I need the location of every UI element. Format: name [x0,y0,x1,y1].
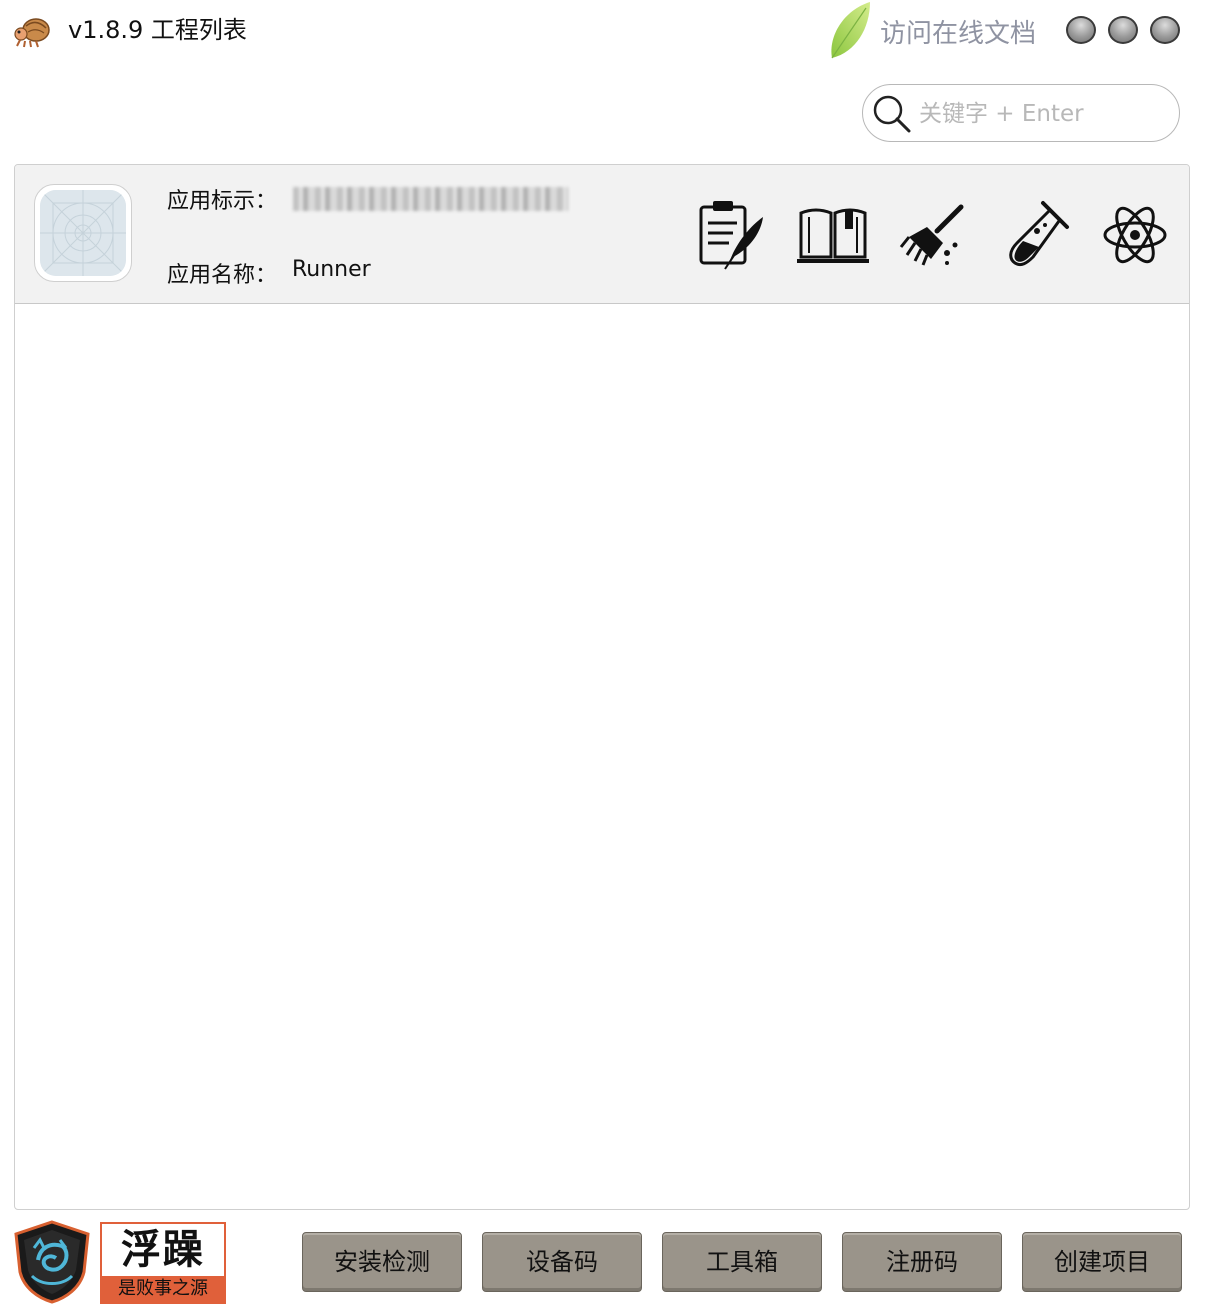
atom-icon[interactable] [1097,197,1173,273]
dragon-shield-logo-icon [14,1220,90,1304]
test-tube-icon[interactable] [997,197,1073,273]
device-code-button[interactable]: 设备码 [482,1232,642,1292]
slogan-big-text: 浮躁 [102,1224,224,1276]
app-icon [34,184,132,282]
book-icon[interactable] [795,197,871,273]
search-icon [873,95,911,133]
project-row[interactable]: 应用标示： 应用名称： Runner [15,165,1189,304]
app-icon-placeholder [40,190,126,276]
hermit-crab-logo-icon [14,18,50,48]
window-title: v1.8.9 工程列表 [68,16,247,44]
close-button[interactable] [1150,16,1180,44]
slogan-logo: 浮躁 是败事之源 [100,1222,226,1304]
title-bar: v1.8.9 工程列表 访问在线文档 [0,0,1206,62]
app-name-value: Runner [292,257,371,282]
install-check-button[interactable]: 安装检测 [302,1232,462,1292]
broom-icon[interactable] [897,197,973,273]
create-project-button[interactable]: 创建项目 [1022,1232,1182,1292]
app-name-label: 应用名称： [167,263,278,288]
online-docs-label: 访问在线文档 [880,18,1037,49]
maximize-button[interactable] [1108,16,1138,44]
toolbox-button[interactable]: 工具箱 [662,1232,822,1292]
bundle-id-value [293,187,568,211]
project-list: 应用标示： 应用名称： Runner [14,164,1190,1210]
notes-icon[interactable] [695,197,771,273]
search-input[interactable] [917,95,1171,133]
search-box[interactable] [862,84,1180,142]
leaf-icon [831,2,870,59]
registration-code-button[interactable]: 注册码 [842,1232,1002,1292]
online-docs-link[interactable]: 访问在线文档 [826,0,1036,62]
minimize-button[interactable] [1066,16,1096,44]
bundle-id-label: 应用标示： [167,189,278,214]
slogan-small-text: 是败事之源 [118,1278,208,1299]
